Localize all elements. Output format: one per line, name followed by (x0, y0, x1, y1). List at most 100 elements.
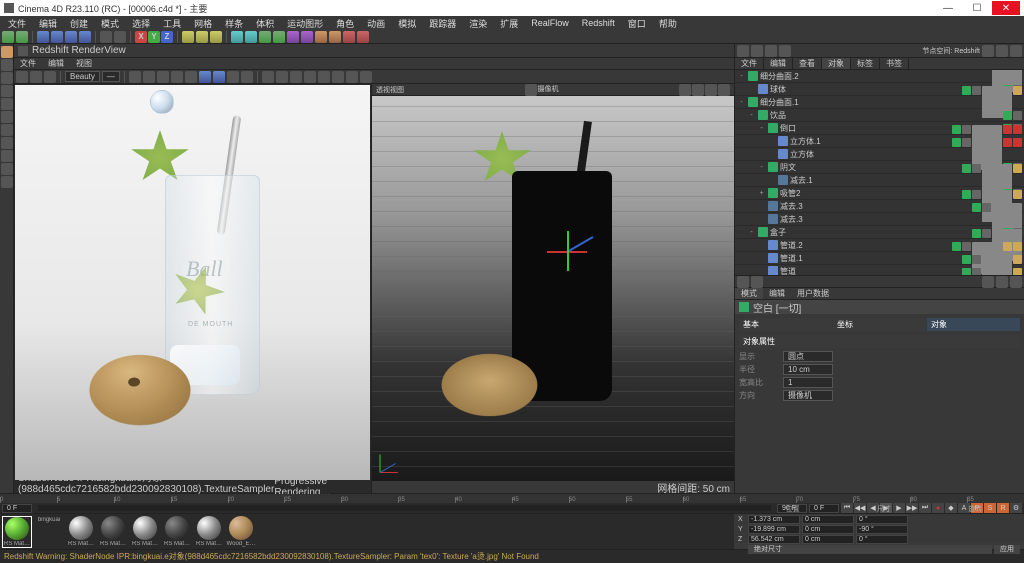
vp-nav-icon[interactable] (718, 84, 730, 96)
object-tag[interactable] (962, 125, 971, 134)
material-slot[interactable]: RS Mat… (162, 516, 192, 548)
tree-expand-icon[interactable] (757, 254, 766, 263)
material-slot[interactable]: bingkuai (34, 516, 64, 548)
object-tag[interactable] (972, 164, 981, 173)
rv-tool-icon[interactable] (171, 71, 183, 83)
tree-row[interactable]: -细分曲面.2 (735, 70, 1024, 83)
object-tag[interactable] (972, 268, 981, 275)
menu-文件[interactable]: 文件 (2, 17, 32, 30)
select-tool-icon[interactable] (37, 31, 49, 43)
tree-expand-icon[interactable] (767, 176, 776, 185)
attr-value-field[interactable]: 圆点 (783, 351, 833, 362)
object-label[interactable]: 饮品 (770, 110, 1003, 121)
coord-pos-field[interactable]: -19.899 cm (748, 525, 800, 534)
tree-row[interactable]: 减去.1 (735, 174, 1024, 187)
axis-x-button[interactable]: X (135, 31, 147, 43)
r-tool-icon[interactable] (737, 45, 749, 57)
primitive-icon[interactable] (231, 31, 243, 43)
attr-section-basic[interactable]: 基本 (739, 318, 832, 331)
attr-tool-icon[interactable] (737, 276, 749, 288)
tree-expand-icon[interactable] (767, 137, 776, 146)
r-tool-icon[interactable] (751, 45, 763, 57)
attr-section-object[interactable]: 对象 (927, 318, 1020, 331)
object-tag[interactable] (1013, 125, 1022, 134)
material-slot[interactable]: RS Mat… (66, 516, 96, 548)
rv-tool-icon[interactable] (332, 71, 344, 83)
timeline-ruler[interactable]: 051015202530354045505560657075808590 (0, 494, 1024, 503)
rv-snapshot-icon[interactable] (143, 71, 155, 83)
material-slot[interactable]: Wood_E… (226, 516, 256, 548)
object-tag[interactable] (972, 255, 981, 264)
tl-start-field[interactable]: 0 F (2, 504, 32, 513)
om-tab[interactable]: 查看 (793, 58, 822, 69)
vp-camera-label[interactable]: 摄像机 (538, 84, 559, 96)
redshift-icon[interactable] (357, 31, 369, 43)
rv-tool-icon[interactable] (276, 71, 288, 83)
deformer-icon[interactable] (273, 31, 285, 43)
tree-row[interactable]: 立方体 (735, 148, 1024, 161)
rv-tool-icon[interactable] (157, 71, 169, 83)
minimize-button[interactable]: — (934, 1, 962, 15)
object-label[interactable]: 管道.1 (780, 253, 952, 264)
object-tag[interactable] (972, 86, 981, 95)
rv-tab-edit[interactable]: 编辑 (44, 58, 68, 69)
model-mode-icon[interactable] (1, 46, 13, 58)
object-tag[interactable] (952, 138, 961, 147)
snap3-icon[interactable] (1, 176, 13, 188)
rv-tool-icon[interactable] (227, 71, 239, 83)
scale-tool-icon[interactable] (65, 31, 77, 43)
coord-apply-button[interactable]: 应用 (994, 545, 1020, 554)
snap-icon[interactable] (1, 150, 13, 162)
object-tag[interactable] (1013, 164, 1022, 173)
r-tool-icon[interactable] (996, 45, 1008, 57)
object-label[interactable]: 管道.2 (780, 240, 972, 251)
tree-expand-icon[interactable] (747, 85, 756, 94)
coord-rot-field[interactable]: 0 ° (856, 515, 908, 524)
menu-运动图形[interactable]: 运动图形 (281, 17, 329, 30)
tree-expand-icon[interactable]: - (747, 111, 756, 120)
light-icon[interactable] (315, 31, 327, 43)
tree-expand-icon[interactable]: - (747, 228, 756, 237)
close-button[interactable]: ✕ (992, 1, 1020, 15)
object-tag[interactable] (962, 268, 971, 275)
object-tag[interactable] (962, 242, 971, 251)
tool-icon[interactable] (114, 31, 126, 43)
r-tool-icon[interactable] (779, 45, 791, 57)
coord-mode-dropdown[interactable]: 绝对尺寸 (748, 545, 992, 554)
tree-expand-icon[interactable] (767, 150, 776, 159)
axis-y-button[interactable]: Y (148, 31, 160, 43)
render-icon[interactable] (182, 31, 194, 43)
rv-tool-icon[interactable] (213, 71, 225, 83)
tl-slider[interactable] (38, 505, 771, 511)
om-tab[interactable]: 书签 (880, 58, 909, 69)
rv-tool-icon[interactable] (290, 71, 302, 83)
maximize-button[interactable]: ☐ (963, 1, 991, 15)
object-tree[interactable]: -细分曲面.2球体-细分曲面.1-饮品-倒口立方体.1立方体-阴文减去.1+吸管… (735, 70, 1024, 275)
object-label[interactable]: 减去.3 (780, 214, 972, 225)
menu-样条[interactable]: 样条 (219, 17, 249, 30)
camera-icon[interactable] (329, 31, 341, 43)
rv-refresh-icon[interactable] (44, 71, 56, 83)
rv-tab-file[interactable]: 文件 (16, 58, 40, 69)
menu-跟踪器[interactable]: 跟踪器 (423, 17, 462, 30)
rv-tool-icon[interactable] (360, 71, 372, 83)
rv-tool-icon[interactable] (241, 71, 253, 83)
menu-扩展[interactable]: 扩展 (494, 17, 524, 30)
om-tab[interactable]: 编辑 (764, 58, 793, 69)
object-tag[interactable] (982, 268, 1012, 275)
attr-tool-icon[interactable] (982, 276, 994, 288)
menu-选择[interactable]: 选择 (126, 17, 156, 30)
object-tag[interactable] (972, 190, 981, 199)
om-tab[interactable]: 标签 (851, 58, 880, 69)
r-tool-icon[interactable] (765, 45, 777, 57)
menu-动画[interactable]: 动画 (361, 17, 391, 30)
attr-value-field[interactable]: 摄像机 (783, 390, 833, 401)
object-label[interactable]: 细分曲面.2 (760, 71, 972, 82)
object-tag[interactable] (952, 242, 961, 251)
rv-tab-view[interactable]: 视图 (72, 58, 96, 69)
object-tag[interactable] (962, 190, 971, 199)
coord-rot-field[interactable]: -90 ° (856, 525, 908, 534)
generator-icon[interactable] (259, 31, 271, 43)
coord-size-field[interactable]: 0 cm (802, 525, 854, 534)
rotate-tool-icon[interactable] (79, 31, 91, 43)
